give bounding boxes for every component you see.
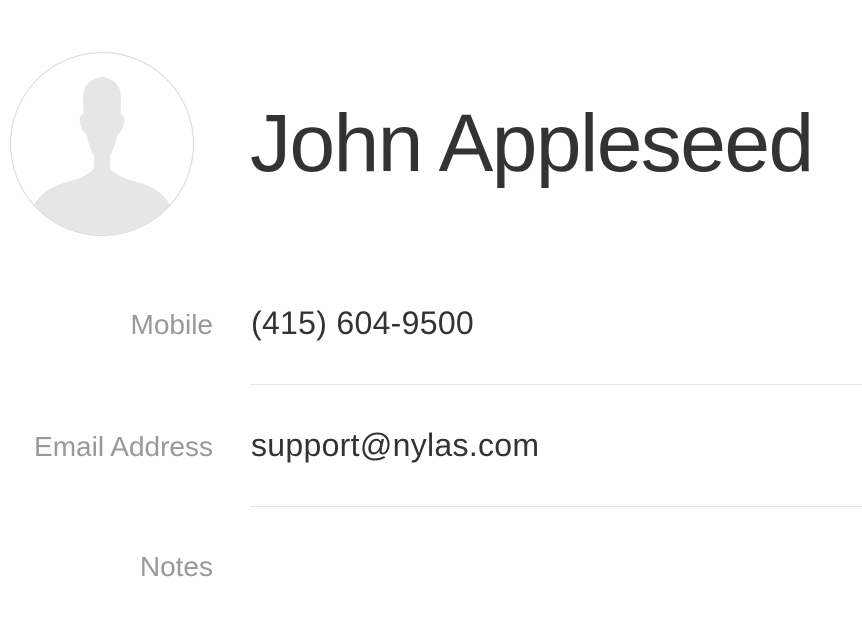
mobile-divider <box>250 384 862 385</box>
email-label: Email Address <box>34 431 213 462</box>
contact-card: John Appleseed Mobile (415) 604-9500 Ema… <box>0 0 862 630</box>
mobile-label: Mobile <box>130 309 213 340</box>
person-silhouette-icon <box>34 76 170 235</box>
notes-value[interactable] <box>251 549 811 585</box>
email-value[interactable]: support@nylas.com <box>251 427 539 463</box>
mobile-value[interactable]: (415) 604-9500 <box>251 305 474 341</box>
avatar[interactable] <box>10 52 194 236</box>
contact-name: John Appleseed <box>250 98 814 189</box>
notes-label: Notes <box>139 551 213 582</box>
email-divider <box>250 506 862 507</box>
